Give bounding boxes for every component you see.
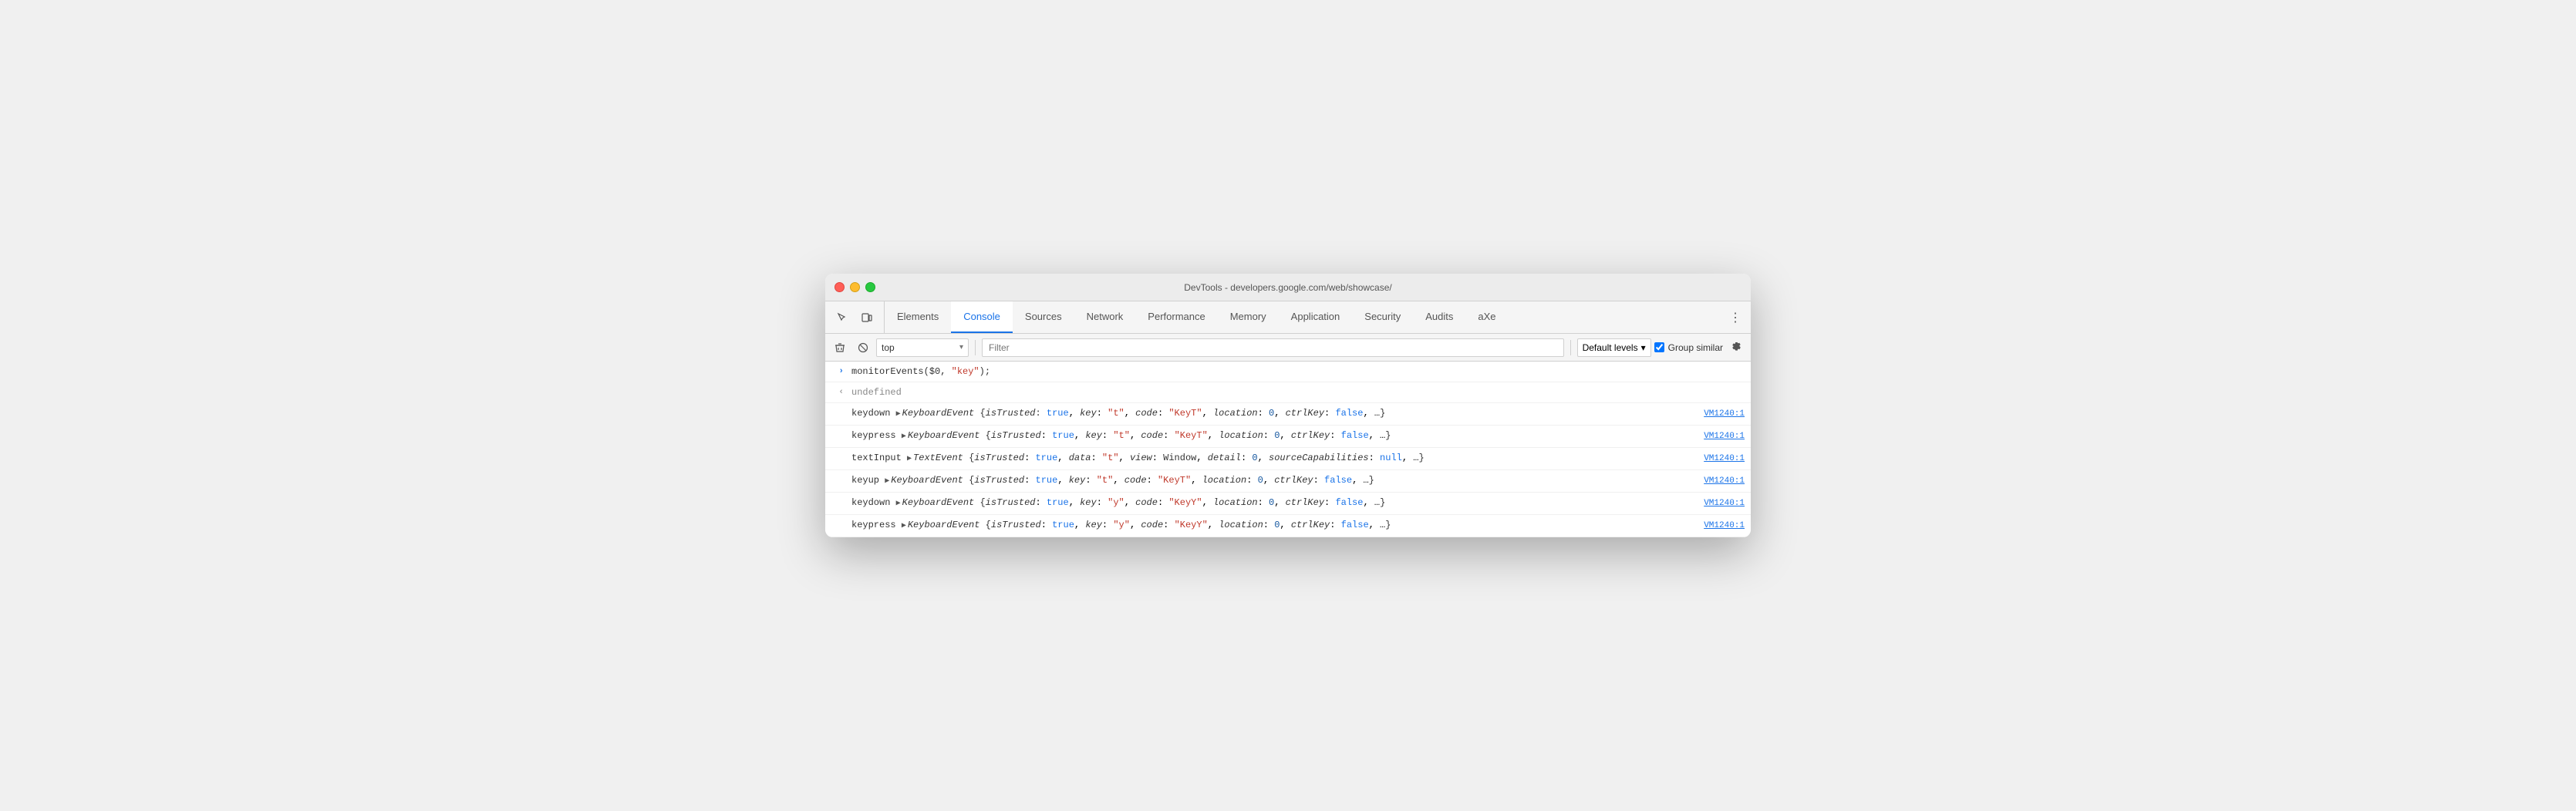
tab-audits[interactable]: Audits [1413, 301, 1465, 333]
group-similar-label[interactable]: Group similar [1668, 342, 1723, 353]
devtools-window: DevTools - developers.google.com/web/sho… [825, 274, 1751, 537]
row-source[interactable]: VM1240:1 [1698, 475, 1751, 487]
tab-sources[interactable]: Sources [1013, 301, 1074, 333]
console-row-keypress-y: keypress ▶KeyboardEvent {isTrusted: true… [825, 515, 1751, 537]
console-row-keypress-t: keypress ▶KeyboardEvent {isTrusted: true… [825, 426, 1751, 448]
row-source[interactable]: VM1240:1 [1698, 520, 1751, 532]
tab-bar: Elements Console Sources Network Perform… [825, 301, 1751, 334]
group-similar-checkbox[interactable] [1654, 342, 1664, 352]
maximize-button[interactable] [865, 282, 875, 292]
console-row-keydown-y: keydown ▶KeyboardEvent {isTrusted: true,… [825, 493, 1751, 515]
row-content[interactable]: keydown ▶KeyboardEvent {isTrusted: true,… [848, 405, 1698, 423]
row-content[interactable]: keypress ▶KeyboardEvent {isTrusted: true… [848, 427, 1698, 446]
settings-button[interactable] [1726, 338, 1746, 358]
tab-console[interactable]: Console [951, 301, 1013, 333]
levels-selector[interactable]: Default levels ▾ [1577, 338, 1651, 357]
row-content[interactable]: keypress ▶KeyboardEvent {isTrusted: true… [848, 517, 1698, 535]
row-content: monitorEvents($0, "key"); [848, 363, 1751, 380]
tab-elements[interactable]: Elements [885, 301, 951, 333]
console-toolbar: top ▾ Default levels ▾ Group similar [825, 334, 1751, 362]
tab-network[interactable]: Network [1074, 301, 1136, 333]
row-source[interactable]: VM1240:1 [1698, 430, 1751, 443]
tab-application[interactable]: Application [1279, 301, 1353, 333]
levels-selector-arrow: ▾ [1641, 342, 1646, 353]
more-tabs-button[interactable]: ⋮ [1720, 301, 1751, 333]
title-bar: DevTools - developers.google.com/web/sho… [825, 274, 1751, 301]
row-content[interactable]: keydown ▶KeyboardEvent {isTrusted: true,… [848, 494, 1698, 513]
row-content[interactable]: keyup ▶KeyboardEvent {isTrusted: true, k… [848, 472, 1698, 490]
row-content[interactable]: textInput ▶TextEvent {isTrusted: true, d… [848, 449, 1698, 468]
console-row-input: › monitorEvents($0, "key"); [825, 362, 1751, 382]
tab-performance[interactable]: Performance [1135, 301, 1217, 333]
divider-2 [1570, 340, 1571, 355]
tab-memory[interactable]: Memory [1218, 301, 1279, 333]
clear-console-button[interactable] [830, 338, 850, 358]
context-selector[interactable]: top ▾ [876, 338, 969, 357]
tab-axe[interactable]: aXe [1465, 301, 1508, 333]
row-source[interactable]: VM1240:1 [1698, 497, 1751, 510]
close-button[interactable] [835, 282, 845, 292]
row-source[interactable]: VM1240:1 [1698, 453, 1751, 465]
row-gutter: ‹ [825, 388, 848, 397]
console-row-undefined: ‹ undefined [825, 382, 1751, 403]
row-source[interactable]: VM1240:1 [1698, 408, 1751, 420]
row-gutter: › [825, 367, 848, 376]
row-content: undefined [848, 384, 1751, 401]
filter-input[interactable] [982, 338, 1564, 357]
console-row-keyup-t: keyup ▶KeyboardEvent {isTrusted: true, k… [825, 470, 1751, 493]
divider-1 [975, 340, 976, 355]
console-output: › monitorEvents($0, "key"); ‹ undefined … [825, 362, 1751, 537]
traffic-lights [835, 282, 875, 292]
context-selector-arrow: ▾ [959, 343, 963, 352]
group-similar-checkbox-group: Group similar [1654, 342, 1723, 353]
main-tabs: Elements Console Sources Network Perform… [885, 301, 1720, 333]
device-toolbar-button[interactable] [856, 307, 878, 328]
minimize-button[interactable] [850, 282, 860, 292]
window-title: DevTools - developers.google.com/web/sho… [1184, 282, 1391, 293]
toolbar-icons [825, 301, 885, 333]
inspect-element-button[interactable] [831, 307, 853, 328]
console-row-textinput-t: textInput ▶TextEvent {isTrusted: true, d… [825, 448, 1751, 470]
tab-security[interactable]: Security [1352, 301, 1413, 333]
console-row-keydown-t: keydown ▶KeyboardEvent {isTrusted: true,… [825, 403, 1751, 426]
block-icon-button[interactable] [853, 338, 873, 358]
